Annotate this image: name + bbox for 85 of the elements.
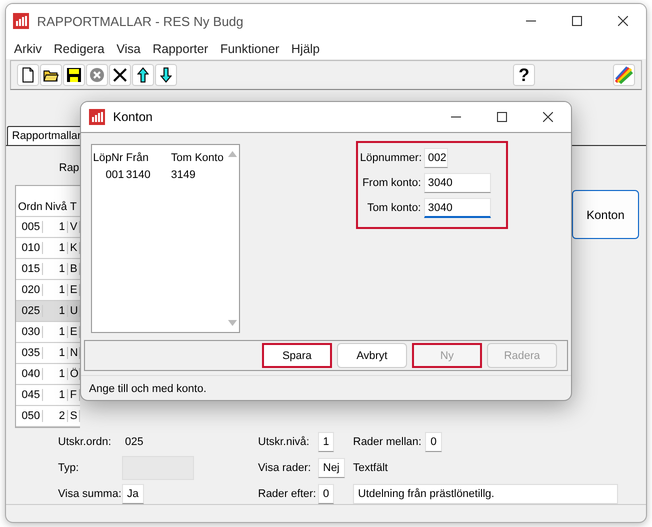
table-cell: 015	[16, 263, 43, 275]
table-cell: 030	[16, 326, 43, 338]
dialog-button[interactable]: Avbryt	[337, 343, 407, 368]
table-cell: 020	[16, 284, 43, 296]
toolbar-button[interactable]	[40, 64, 62, 86]
input-field[interactable]: Ja	[122, 484, 144, 504]
window-title: RAPPORTMALLAR - RES Ny Budg	[37, 14, 244, 28]
field-label: Typ:	[58, 462, 80, 474]
menu-item[interactable]: Redigera	[48, 42, 111, 56]
toolbar-button[interactable]	[155, 64, 177, 86]
input-field[interactable]: Nej	[318, 458, 345, 478]
up-arrow-icon	[135, 67, 151, 83]
menu-item[interactable]: Visa	[110, 42, 147, 56]
field-label: Visa summa:	[58, 488, 122, 500]
column-header: Tom Konto	[170, 152, 225, 164]
table-cell: 1	[43, 389, 68, 401]
list-cell-text: 3149	[170, 168, 196, 180]
table-cell: 2	[43, 410, 68, 422]
text-field[interactable]: Utdelning från prästlönetillg.	[353, 484, 618, 504]
table-cell: 1	[43, 347, 68, 359]
field-label: Textfält	[353, 462, 388, 474]
konton-button[interactable]: Konton	[572, 190, 639, 239]
column-header: LöpNr	[92, 152, 124, 164]
list-cell-text: 001	[104, 168, 125, 180]
maximize-icon	[572, 16, 582, 26]
rainbow-brush-icon	[615, 66, 633, 84]
table-cell: 005	[16, 221, 43, 233]
field-label: Utskr.nivå:	[258, 436, 310, 448]
table-cell: 1	[43, 305, 68, 317]
table-cell: 045	[16, 389, 43, 401]
input-field[interactable]: 0	[425, 432, 442, 452]
delete-icon	[112, 67, 128, 83]
down-arrow-icon	[158, 67, 174, 83]
new-file-icon	[20, 67, 36, 83]
menu-item[interactable]: Arkiv	[8, 42, 48, 56]
dialog-title: Konton	[113, 110, 153, 124]
toolbar-button[interactable]	[132, 64, 154, 86]
column-header: Nivå	[44, 201, 68, 213]
input-field[interactable]: 3040	[424, 198, 491, 218]
table-cell: S	[68, 410, 80, 422]
input-field[interactable]: 002	[424, 148, 448, 168]
column-header: Ordn	[17, 201, 43, 213]
table-cell: 1	[43, 221, 68, 233]
table-cell: 1	[43, 284, 68, 296]
section-label: Rap	[59, 162, 80, 174]
input-field[interactable]: 0	[318, 484, 334, 504]
input-field[interactable]: 3040	[424, 173, 491, 193]
table-cell: 025	[16, 305, 43, 317]
field-label: Löpnummer:	[360, 151, 423, 166]
maximize-icon	[497, 112, 507, 122]
menu-item[interactable]: Rapporter	[146, 42, 214, 56]
column-header: T	[69, 201, 78, 213]
field-label: Utskr.ordn:	[58, 436, 112, 448]
table-cell: 035	[16, 347, 43, 359]
toolbar-button[interactable]	[17, 64, 39, 86]
list-cell-text: 3140	[125, 168, 152, 180]
column-header: Från	[125, 152, 150, 164]
table-cell: 050	[16, 410, 43, 422]
field-label: Rader mellan:	[353, 436, 422, 448]
field-label: From konto:	[361, 176, 422, 191]
close-icon	[543, 112, 553, 122]
field-value: 025	[124, 436, 144, 448]
table-cell: 1	[43, 326, 68, 338]
table-cell: 1	[43, 368, 68, 380]
close-icon	[618, 16, 628, 26]
app-icon	[13, 13, 29, 29]
dialog-button[interactable]: Spara	[262, 343, 332, 368]
toolbar-button[interactable]	[109, 64, 131, 86]
table-cell: 040	[16, 368, 43, 380]
status-text: Ange till och med konto.	[89, 383, 206, 395]
field-label: Visa rader:	[258, 462, 312, 474]
app-icon	[89, 109, 105, 125]
cancel-icon	[89, 67, 105, 83]
table-cell: 1	[43, 242, 68, 254]
menu-item[interactable]: Hjälp	[285, 42, 326, 56]
field-label: Tom konto:	[366, 201, 422, 216]
input-field[interactable]: 1	[318, 432, 334, 452]
grid-row[interactable]: 025 1 U	[16, 301, 80, 322]
toolbar-button[interactable]	[63, 64, 85, 86]
save-icon	[66, 67, 82, 83]
field-label: Rader efter:	[258, 488, 318, 500]
help-button[interactable]: ?	[513, 64, 535, 86]
table-cell: 010	[16, 242, 43, 254]
menu-item[interactable]: Funktioner	[214, 42, 286, 56]
table-cell: 1	[43, 263, 68, 275]
